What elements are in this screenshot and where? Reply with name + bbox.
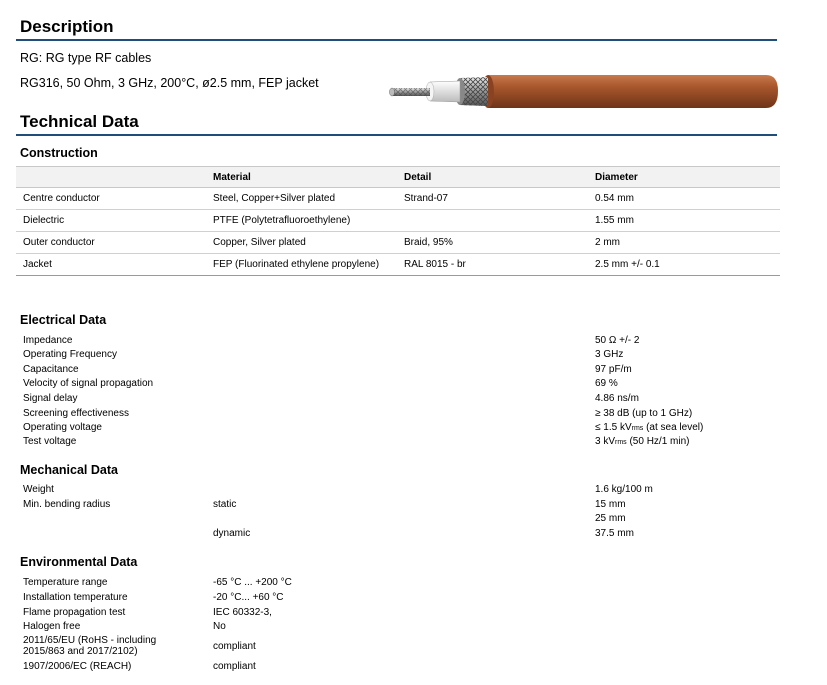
spec-label: Halogen free <box>23 621 81 632</box>
table-cell: Dielectric <box>16 209 206 232</box>
spec-condition: static <box>213 499 237 510</box>
table-cell: Copper, Silver plated <box>206 231 397 254</box>
spec-label: 1907/2006/EC (REACH) <box>23 661 132 672</box>
coax-cable-illustration <box>389 75 778 108</box>
spec-value: 3 kVrms (50 Hz/1 min) <box>595 436 689 447</box>
spec-label: Velocity of signal propagation <box>23 378 154 389</box>
construction-table: Material Detail Diameter Centre conducto… <box>16 166 780 276</box>
environmental-heading: Environmental Data <box>20 555 138 569</box>
table-row: Outer conductor Copper, Silver plated Br… <box>16 231 780 254</box>
spec-label: 2011/65/EU (RoHS - including <box>23 635 157 646</box>
value-suffix: (at sea level) <box>643 422 704 433</box>
column-header: Detail <box>397 166 588 188</box>
spec-value: 4.86 ns/m <box>595 393 639 404</box>
spec-label: Temperature range <box>23 577 108 588</box>
spec-value: -65 °C ... +200 °C <box>213 577 292 588</box>
spec-value: No <box>213 621 226 632</box>
section-rule <box>16 134 777 136</box>
section-rule <box>16 39 777 41</box>
spec-label: Installation temperature <box>23 592 128 603</box>
table-cell: Centre conductor <box>16 187 206 210</box>
spec-label: Flame propagation test <box>23 607 126 618</box>
spec-value: 50 Ω +/- 2 <box>595 335 640 346</box>
spec-label: Screening effectiveness <box>23 408 129 419</box>
column-header <box>16 166 206 188</box>
table-cell <box>397 209 588 232</box>
construction-heading: Construction <box>20 146 98 160</box>
description-line-1: RG: RG type RF cables <box>20 51 152 65</box>
spec-value: 97 pF/m <box>595 364 632 375</box>
spec-label: Signal delay <box>23 393 78 404</box>
spec-value: compliant <box>213 661 256 672</box>
description-line-2: RG316, 50 Ohm, 3 GHz, 200°C, ø2.5 mm, FE… <box>20 76 319 90</box>
technical-heading: Technical Data <box>20 112 139 131</box>
spec-value: compliant <box>213 641 256 652</box>
mechanical-heading: Mechanical Data <box>20 463 118 477</box>
table-row: Centre conductor Steel, Copper+Silver pl… <box>16 187 780 210</box>
table-cell: Outer conductor <box>16 231 206 254</box>
description-heading: Description <box>20 17 114 36</box>
spec-label: Min. bending radius <box>23 499 111 510</box>
value-subscript: rms <box>615 439 627 446</box>
spec-condition: dynamic <box>213 528 251 539</box>
table-cell: Strand-07 <box>397 187 588 210</box>
spec-value: 37.5 mm <box>595 528 634 539</box>
spec-label: 2015/863 and 2017/2102) <box>23 646 138 657</box>
table-cell: 2.5 mm +/- 0.1 <box>588 253 780 276</box>
value-main: ≤ 1.5 kV <box>595 422 632 433</box>
table-cell: Steel, Copper+Silver plated <box>206 187 397 210</box>
spec-label: Test voltage <box>23 436 77 447</box>
table-cell: 0.54 mm <box>588 187 780 210</box>
table-row: Dielectric PTFE (Polytetrafluoroethylene… <box>16 209 780 232</box>
table-cell: 2 mm <box>588 231 780 254</box>
table-row: Jacket FEP (Fluorinated ethylene propyle… <box>16 253 780 276</box>
table-cell: Jacket <box>16 253 206 276</box>
spec-value: 25 mm <box>595 513 626 524</box>
table-cell: RAL 8015 - br <box>397 253 588 276</box>
column-header: Diameter <box>588 166 780 188</box>
value-suffix: (50 Hz/1 min) <box>626 436 690 447</box>
spec-value: IEC 60332-3, <box>213 607 272 618</box>
spec-value: 1.6 kg/100 m <box>595 484 653 495</box>
spec-value: -20 °C... +60 °C <box>213 592 284 603</box>
table-cell: Braid, 95% <box>397 231 588 254</box>
table-cell: FEP (Fluorinated ethylene propylene) <box>206 253 397 276</box>
spec-label: Operating voltage <box>23 422 102 433</box>
spec-value: 3 GHz <box>595 349 624 360</box>
value-main: 3 kV <box>595 436 616 447</box>
spec-value: ≤ 1.5 kVrms (at sea level) <box>595 422 703 433</box>
table-cell: 1.55 mm <box>588 209 780 232</box>
electrical-heading: Electrical Data <box>20 313 107 327</box>
column-header: Material <box>206 166 397 188</box>
spec-value: ≥ 38 dB (up to 1 GHz) <box>595 408 693 419</box>
spec-label: Capacitance <box>23 364 79 375</box>
value-subscript: rms <box>631 425 644 432</box>
spec-label: Weight <box>23 484 54 495</box>
spec-label: Operating Frequency <box>23 349 117 360</box>
spec-label: Impedance <box>23 335 73 346</box>
table-header-row: Material Detail Diameter <box>16 166 780 188</box>
spec-value: 69 % <box>595 378 618 389</box>
spec-value: 15 mm <box>595 499 626 510</box>
table-cell: PTFE (Polytetrafluoroethylene) <box>206 209 397 232</box>
